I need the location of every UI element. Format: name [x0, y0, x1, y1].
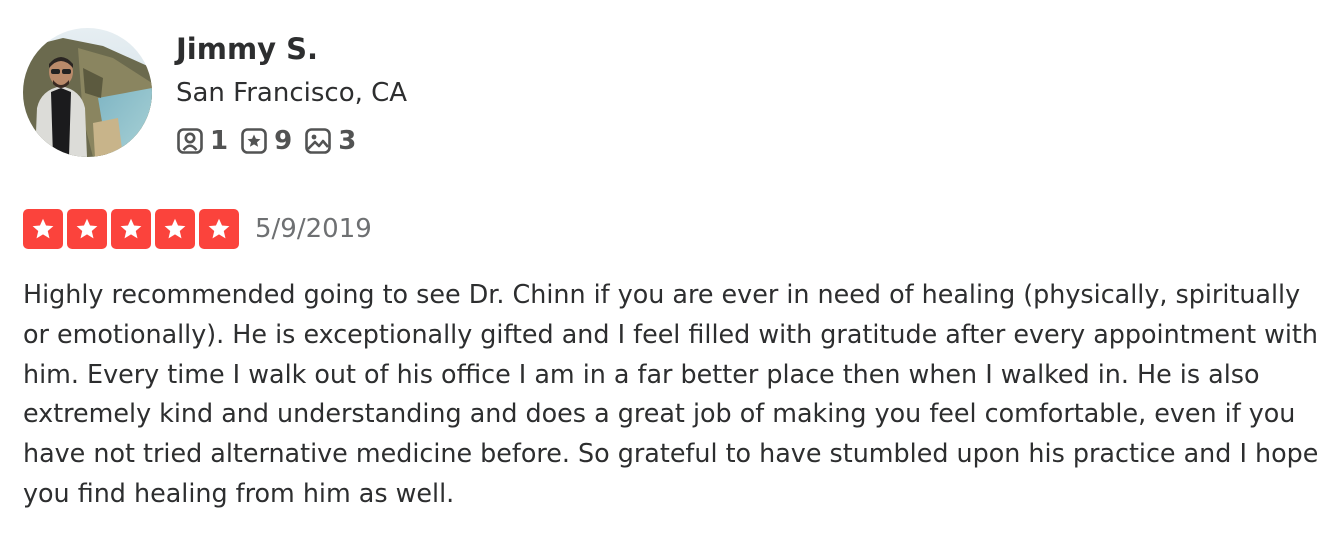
star-1 — [23, 209, 63, 249]
star-2 — [67, 209, 107, 249]
photos-icon — [304, 127, 332, 155]
photos-count: 3 — [338, 126, 357, 156]
user-name[interactable]: Jimmy S. — [176, 30, 318, 68]
star-4 — [155, 209, 195, 249]
review-text: Highly recommended going to see Dr. Chin… — [23, 279, 1319, 508]
avatar[interactable] — [23, 28, 152, 157]
friends-stat: 1 — [176, 126, 228, 156]
review-date: 5/9/2019 — [255, 214, 372, 244]
user-location: San Francisco, CA — [176, 78, 408, 108]
photos-stat: 3 — [304, 126, 356, 156]
user-stats: 1 9 3 — [176, 124, 368, 158]
reviews-count: 9 — [274, 126, 293, 156]
star-icon — [208, 218, 230, 239]
star-icon — [76, 218, 98, 239]
friends-count: 1 — [210, 126, 229, 156]
star-icon — [32, 218, 54, 239]
rating-row: 5/9/2019 — [23, 208, 372, 250]
star-icon — [120, 218, 142, 239]
avatar-photo-icon — [23, 28, 152, 157]
star-rating — [23, 209, 239, 249]
reviews-stat: 9 — [240, 126, 292, 156]
star-icon — [164, 218, 186, 239]
reviews-star-icon — [240, 127, 268, 155]
star-3 — [111, 209, 151, 249]
star-5 — [199, 209, 239, 249]
review-card: Jimmy S. San Francisco, CA 1 9 3 5/9/201… — [0, 0, 1342, 536]
friends-icon — [176, 127, 204, 155]
